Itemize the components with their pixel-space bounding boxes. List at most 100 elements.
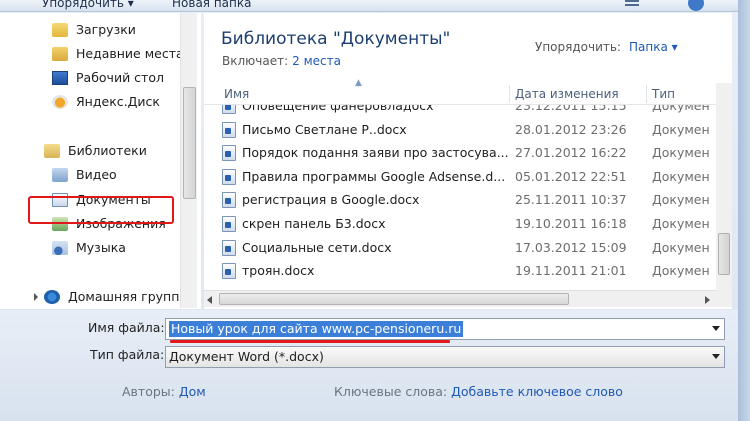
video-library-icon <box>52 168 68 182</box>
organize-button[interactable]: Упорядочить ▾ <box>42 0 134 10</box>
file-type: Докумен <box>652 169 710 184</box>
includes-locations-link[interactable]: 2 места <box>292 54 341 68</box>
recent-places-icon <box>52 47 68 61</box>
word-document-icon <box>222 216 236 232</box>
nav-item-label: Недавние места <box>76 46 184 61</box>
word-document-icon <box>222 169 236 185</box>
file-list: Оповещение фанеровладоcx 23.12.2011 15:1… <box>204 105 716 288</box>
scrollbar-thumb[interactable] <box>219 293 569 305</box>
word-document-icon <box>222 122 236 138</box>
file-list-horizontal-scrollbar[interactable] <box>204 290 716 307</box>
file-row[interactable]: Правила программы Google Adsense.d... 05… <box>204 165 716 189</box>
nav-item-label: Музыка <box>76 240 126 255</box>
word-document-icon <box>222 240 236 256</box>
arrange-by-dropdown[interactable]: Папка ▾ <box>629 40 678 54</box>
libraries-icon <box>44 144 60 158</box>
file-row[interactable]: регистрация в Google.docx 25.11.2011 10:… <box>204 188 716 212</box>
column-header-name[interactable]: Имя <box>224 87 249 101</box>
filetype-label: Тип файла: <box>90 347 165 362</box>
file-name: Порядок подання заяви про застосува... <box>242 145 508 160</box>
sort-ascending-icon: ▲ <box>355 78 362 88</box>
column-header-row: ▲ Имя Дата изменения Тип <box>204 78 732 105</box>
file-date: 25.11.2011 10:37 <box>515 192 627 207</box>
scrollbar-thumb[interactable] <box>718 233 730 275</box>
file-date: 23.12.2011 15:15 <box>515 105 627 113</box>
file-row[interactable]: троян.docx 19.11.2011 21:01 Докумен <box>204 259 716 283</box>
nav-item-label: Домашняя группа <box>68 289 188 304</box>
filename-selected-text[interactable]: Новый урок для сайта www.pc-pensioneru.r… <box>169 321 464 337</box>
command-bar: Упорядочить ▾ Новая папка <box>0 0 750 12</box>
file-date: 19.11.2011 21:01 <box>515 263 627 278</box>
navigation-scrollbar[interactable] <box>180 13 197 308</box>
file-date: 19.10.2011 16:18 <box>515 216 627 231</box>
arrange-by: Упорядочить: Папка ▾ <box>535 40 678 54</box>
window-frame-right <box>738 0 750 421</box>
arrange-label: Упорядочить: <box>535 40 621 54</box>
scroll-left-arrow-icon[interactable] <box>207 296 212 304</box>
file-name: регистрация в Google.docx <box>242 192 420 207</box>
file-row[interactable]: Порядок подання заяви про застосува... 2… <box>204 141 716 165</box>
chevron-down-icon[interactable] <box>712 326 720 331</box>
file-type: Докумен <box>652 192 710 207</box>
navigation-pane: Загрузки Недавние места Рабочий стол Янд… <box>0 13 201 309</box>
filename-underline-annotation <box>170 340 450 343</box>
file-type: Докумен <box>652 216 710 231</box>
nav-item-label: Видео <box>76 167 117 182</box>
filename-input[interactable]: Новый урок для сайта www.pc-pensioneru.r… <box>165 318 725 340</box>
downloads-folder-icon <box>52 23 68 37</box>
file-type: Докумен <box>652 145 710 160</box>
file-name: троян.docx <box>242 263 315 278</box>
desktop-icon <box>52 71 68 85</box>
file-date: 17.03.2012 15:09 <box>515 240 627 255</box>
nav-item-label: Яндекс.Диск <box>76 94 160 109</box>
word-document-icon <box>222 263 236 279</box>
expand-arrow-icon[interactable] <box>34 293 38 301</box>
authors-label: Авторы: <box>122 384 175 399</box>
filetype-select[interactable]: Документ Word (*.docx) <box>165 346 725 368</box>
includes-label: Включает: <box>222 54 289 68</box>
file-name: скрен панель Б3.docx <box>242 216 386 231</box>
column-separator[interactable] <box>646 85 647 103</box>
file-date: 05.01.2012 22:51 <box>515 169 627 184</box>
word-document-icon <box>222 192 236 208</box>
yandex-disk-icon <box>52 95 68 109</box>
file-type: Докумен <box>652 122 710 137</box>
scrollbar-corner <box>716 290 732 307</box>
homegroup-icon <box>44 290 60 304</box>
help-icon[interactable] <box>688 0 704 11</box>
views-icon[interactable] <box>622 0 644 10</box>
nav-item-label: Загрузки <box>76 22 136 37</box>
music-library-icon <box>52 241 68 255</box>
file-date: 28.01.2012 23:26 <box>515 122 627 137</box>
file-list-vertical-scrollbar[interactable] <box>716 83 732 293</box>
chevron-down-icon[interactable] <box>712 354 720 359</box>
nav-item-label: Библиотеки <box>68 143 147 158</box>
scroll-right-arrow-icon[interactable] <box>705 296 710 304</box>
save-dialog-window: Упорядочить ▾ Новая папка Загрузки Недав… <box>0 0 750 421</box>
authors-field: Авторы: Дом <box>122 384 206 399</box>
new-folder-button[interactable]: Новая папка <box>172 0 251 10</box>
filetype-value: Документ Word (*.docx) <box>169 349 324 364</box>
file-type: Докумен <box>652 263 710 278</box>
file-type: Докумен <box>652 240 710 255</box>
file-row[interactable]: Оповещение фанеровладоcx 23.12.2011 15:1… <box>204 105 716 118</box>
save-options-form: Имя файла: Новый урок для сайта www.pc-p… <box>0 310 738 421</box>
keywords-label: Ключевые слова: <box>334 384 448 399</box>
file-name: Письмо Светлане Р..docx <box>242 122 407 137</box>
file-name: Социальные сети.docx <box>242 240 392 255</box>
file-row[interactable]: Письмо Светлане Р..docx 28.01.2012 23:26… <box>204 118 716 142</box>
file-name: Правила программы Google Adsense.d... <box>242 169 506 184</box>
file-row[interactable]: скрен панель Б3.docx 19.10.2011 16:18 До… <box>204 212 716 236</box>
column-separator[interactable] <box>509 85 510 103</box>
keywords-field: Ключевые слова: Добавьте ключевое слово <box>334 384 623 399</box>
authors-value[interactable]: Дом <box>179 384 206 399</box>
file-row[interactable]: Социальные сети.docx 17.03.2012 15:09 До… <box>204 236 716 260</box>
scrollbar-thumb[interactable] <box>183 87 196 199</box>
word-document-icon <box>222 145 236 161</box>
library-title: Библиотека "Документы" <box>221 29 451 49</box>
word-document-icon <box>222 105 236 114</box>
add-keyword-link[interactable]: Добавьте ключевое слово <box>451 384 623 399</box>
column-header-type[interactable]: Тип <box>652 87 675 101</box>
column-header-date[interactable]: Дата изменения <box>515 87 619 101</box>
file-name: Оповещение фанеровладоcx <box>242 105 434 113</box>
